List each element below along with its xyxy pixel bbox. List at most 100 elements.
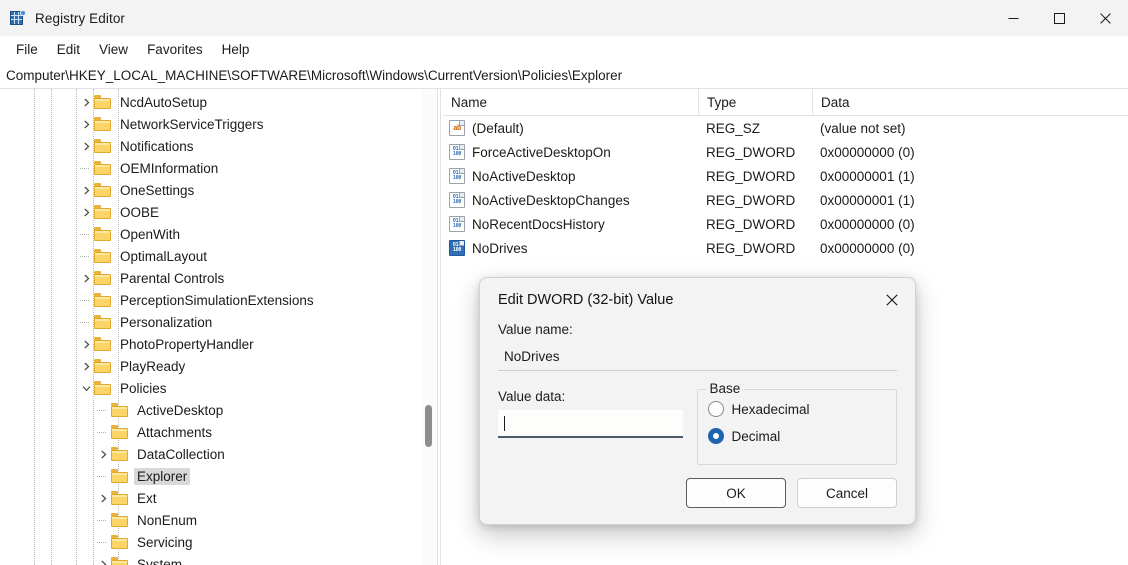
address-bar[interactable]: Computer\HKEY_LOCAL_MACHINE\SOFTWARE\Mic… xyxy=(0,62,1128,89)
tree-item-personalization[interactable]: Personalization xyxy=(0,311,437,333)
menu-help[interactable]: Help xyxy=(213,39,259,60)
chevron-right-icon[interactable] xyxy=(78,116,94,132)
tree-item-label: DataCollection xyxy=(134,446,228,463)
close-icon xyxy=(1100,13,1111,24)
tree-item-openwith[interactable]: OpenWith xyxy=(0,223,437,245)
menu-edit[interactable]: Edit xyxy=(48,39,89,60)
value-data: 0x00000000 (0) xyxy=(820,140,915,164)
minimize-button[interactable] xyxy=(990,0,1036,36)
tree-item-ext[interactable]: Ext xyxy=(0,487,437,509)
folder-icon xyxy=(94,161,111,175)
maximize-icon xyxy=(1054,13,1065,24)
value-row[interactable]: ab(Default)REG_SZ(value not set) xyxy=(443,116,1128,140)
registry-tree: NcdAutoSetup NetworkServiceTriggers Notifi… xyxy=(0,89,437,565)
menu-favorites[interactable]: Favorites xyxy=(138,39,212,60)
menu-view[interactable]: View xyxy=(90,39,137,60)
tree-item-perceptionsimulationextensions[interactable]: PerceptionSimulationExtensions xyxy=(0,289,437,311)
chevron-right-icon[interactable] xyxy=(78,94,94,110)
value-data: (value not set) xyxy=(820,116,906,140)
tree-item-networkservicetriggers[interactable]: NetworkServiceTriggers xyxy=(0,113,437,135)
value-data: 0x00000001 (1) xyxy=(820,188,915,212)
ok-button[interactable]: OK xyxy=(686,478,786,508)
tree-item-ncdautosetup[interactable]: NcdAutoSetup xyxy=(0,91,437,113)
radio-hexadecimal-icon xyxy=(708,401,724,417)
column-header-data[interactable]: Data xyxy=(812,89,1128,115)
value-row[interactable]: 011100NoActiveDesktopChangesREG_DWORD0x0… xyxy=(443,188,1128,212)
folder-icon xyxy=(94,359,111,373)
tree-item-onesettings[interactable]: OneSettings xyxy=(0,179,437,201)
value-row[interactable]: 011100ForceActiveDesktopOnREG_DWORD0x000… xyxy=(443,140,1128,164)
tree-item-label: NcdAutoSetup xyxy=(117,94,210,111)
window-title: Registry Editor xyxy=(35,11,125,26)
tree-item-playready[interactable]: PlayReady xyxy=(0,355,437,377)
dword-value-icon: 011100 xyxy=(449,240,465,256)
tree-item-activedesktop[interactable]: ActiveDesktop xyxy=(0,399,437,421)
close-button[interactable] xyxy=(1082,0,1128,36)
folder-icon xyxy=(94,95,111,109)
base-groupbox: Base Hexadecimal Decimal xyxy=(697,389,898,465)
tree-item-photopropertyhandler[interactable]: PhotoPropertyHandler xyxy=(0,333,437,355)
chevron-right-icon[interactable] xyxy=(78,204,94,220)
chevron-right-icon[interactable] xyxy=(78,182,94,198)
folder-icon xyxy=(94,381,111,395)
tree-indent-guide xyxy=(78,248,94,264)
tree-item-label: Servicing xyxy=(134,534,196,551)
column-header-type[interactable]: Type xyxy=(698,89,812,115)
title-bar: Registry Editor xyxy=(0,0,1128,36)
chevron-right-icon[interactable] xyxy=(95,446,111,462)
tree-item-label: OpenWith xyxy=(117,226,183,243)
dword-value-icon: 011100 xyxy=(449,216,465,232)
chevron-right-icon[interactable] xyxy=(78,358,94,374)
value-data-label: Value data: xyxy=(498,389,683,404)
tree-item-label: OptimalLayout xyxy=(117,248,210,265)
value-data-column: Value data: xyxy=(498,389,683,465)
chevron-down-icon[interactable] xyxy=(78,380,94,396)
value-name: NoRecentDocsHistory xyxy=(472,212,605,236)
value-row[interactable]: 011100NoActiveDesktopREG_DWORD0x00000001… xyxy=(443,164,1128,188)
tree-item-label: NetworkServiceTriggers xyxy=(117,116,267,133)
tree-item-oobe[interactable]: OOBE xyxy=(0,201,437,223)
tree-item-label: Notifications xyxy=(117,138,197,155)
maximize-button[interactable] xyxy=(1036,0,1082,36)
value-type: REG_DWORD xyxy=(706,140,795,164)
value-row[interactable]: 011100NoRecentDocsHistoryREG_DWORD0x0000… xyxy=(443,212,1128,236)
chevron-right-icon[interactable] xyxy=(78,270,94,286)
tree-item-datacollection[interactable]: DataCollection xyxy=(0,443,437,465)
tree-item-system[interactable]: System xyxy=(0,553,437,565)
tree-item-explorer[interactable]: Explorer xyxy=(0,465,437,487)
value-row[interactable]: 011100NoDrivesREG_DWORD0x00000000 (0) xyxy=(443,236,1128,260)
base-option-decimal[interactable]: Decimal xyxy=(708,428,887,444)
chevron-right-icon[interactable] xyxy=(95,556,111,565)
tree-item-label: Parental Controls xyxy=(117,270,227,287)
tree-item-label: OEMInformation xyxy=(117,160,221,177)
tree-item-oeminformation[interactable]: OEMInformation xyxy=(0,157,437,179)
tree-item-notifications[interactable]: Notifications xyxy=(0,135,437,157)
folder-icon xyxy=(94,249,111,263)
chevron-right-icon[interactable] xyxy=(95,490,111,506)
value-data: 0x00000001 (1) xyxy=(820,164,915,188)
tree-item-policies[interactable]: Policies xyxy=(0,377,437,399)
column-header-name[interactable]: Name xyxy=(443,89,698,115)
tree-indent-guide xyxy=(95,402,111,418)
folder-icon xyxy=(94,139,111,153)
close-icon xyxy=(886,294,898,306)
pane-splitter[interactable] xyxy=(437,89,441,565)
dialog-close-button[interactable] xyxy=(869,278,915,322)
value-type: REG_DWORD xyxy=(706,188,795,212)
tree-item-attachments[interactable]: Attachments xyxy=(0,421,437,443)
tree-item-optimallayout[interactable]: OptimalLayout xyxy=(0,245,437,267)
tree-item-nonenum[interactable]: NonEnum xyxy=(0,509,437,531)
cancel-button[interactable]: Cancel xyxy=(797,478,897,508)
values-list: ab(Default)REG_SZ(value not set)011100Fo… xyxy=(443,116,1128,260)
folder-icon xyxy=(94,117,111,131)
chevron-right-icon[interactable] xyxy=(78,138,94,154)
value-name-input[interactable]: NoDrives xyxy=(498,343,897,371)
menu-file[interactable]: File xyxy=(7,39,47,60)
chevron-right-icon[interactable] xyxy=(78,336,94,352)
value-data-input[interactable] xyxy=(498,410,683,438)
tree-scrollbar[interactable] xyxy=(421,89,436,565)
tree-scrollbar-thumb[interactable] xyxy=(425,405,432,447)
tree-item-servicing[interactable]: Servicing xyxy=(0,531,437,553)
base-option-hexadecimal[interactable]: Hexadecimal xyxy=(708,401,887,417)
tree-item-parental-controls[interactable]: Parental Controls xyxy=(0,267,437,289)
